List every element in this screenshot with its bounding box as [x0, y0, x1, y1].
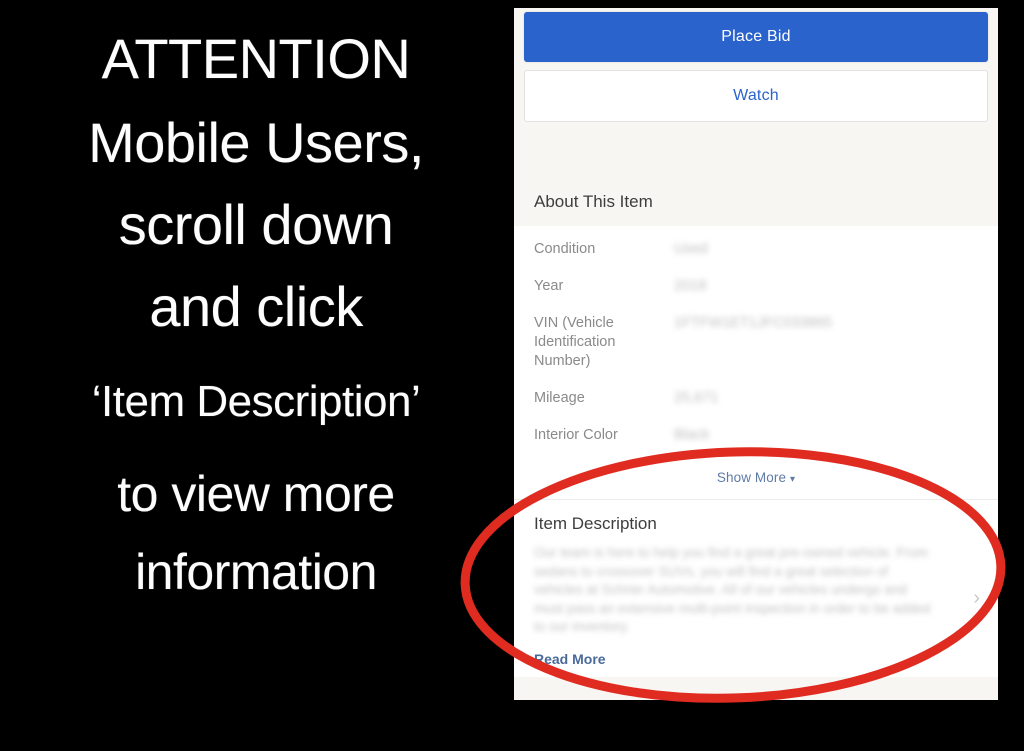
spec-label: Mileage — [534, 390, 585, 406]
item-description-section[interactable]: Item Description Our team is here to hel… — [514, 500, 998, 677]
spec-value: 25,671 — [674, 390, 719, 406]
item-description-body: Our team is here to help you find a grea… — [534, 545, 931, 634]
promo-line-4: and click — [149, 275, 363, 338]
table-row: VIN (Vehicle Identification Number) 1FTF… — [534, 314, 978, 371]
promo-line-6: to view more — [117, 466, 395, 522]
promo-line-3: scroll down — [118, 193, 394, 256]
about-this-item-heading: About This Item — [514, 184, 998, 226]
table-row: Year 2018 — [534, 277, 978, 296]
watch-label: Watch — [733, 87, 779, 104]
screenshot-root: ATTENTION Mobile Users, scroll down and … — [0, 0, 1024, 751]
listing-action-buttons: Place Bid Watch — [514, 8, 998, 136]
item-description-heading: Item Description — [534, 514, 657, 533]
promo-line-5: ‘Item Description’ — [91, 377, 421, 426]
spec-label: Year — [534, 278, 564, 294]
spec-value: Used — [674, 241, 708, 257]
spec-value: Black — [674, 427, 710, 443]
panel-footer-spacer — [514, 676, 998, 700]
place-bid-button[interactable]: Place Bid — [524, 12, 988, 62]
table-row: Interior Color Black — [534, 426, 978, 445]
show-more-row: Show More ▾ — [514, 469, 998, 499]
table-row: Mileage 25,671 — [534, 389, 978, 408]
chevron-down-icon: ▾ — [789, 474, 796, 485]
mobile-listing-panel: Place Bid Watch About This Item Conditio… — [514, 8, 998, 700]
spec-value: 2018 — [674, 278, 707, 294]
spec-label: Condition — [534, 241, 596, 257]
promo-message-block: ATTENTION Mobile Users, scroll down and … — [0, 0, 512, 751]
show-more-button[interactable]: Show More ▾ — [717, 470, 795, 485]
show-more-label: Show More — [716, 470, 787, 485]
promo-line-7: information — [135, 544, 377, 600]
promo-line-1: ATTENTION — [101, 27, 411, 90]
table-row: Condition Used — [534, 240, 978, 259]
place-bid-label: Place Bid — [721, 28, 791, 45]
item-specifics-table: Condition Used Year 2018 VIN (Vehicle Id… — [514, 226, 998, 469]
chevron-right-icon[interactable]: › — [973, 588, 980, 608]
spec-value: 1FTFW1ET1JFC033865 — [674, 315, 832, 331]
watch-button[interactable]: Watch — [524, 70, 988, 122]
promo-line-2: Mobile Users, — [88, 111, 424, 174]
spec-label: Interior Color — [534, 427, 618, 443]
read-more-link[interactable]: Read More — [534, 651, 978, 667]
spec-label: VIN (Vehicle Identification Number) — [534, 315, 616, 369]
section-spacer — [514, 136, 998, 184]
